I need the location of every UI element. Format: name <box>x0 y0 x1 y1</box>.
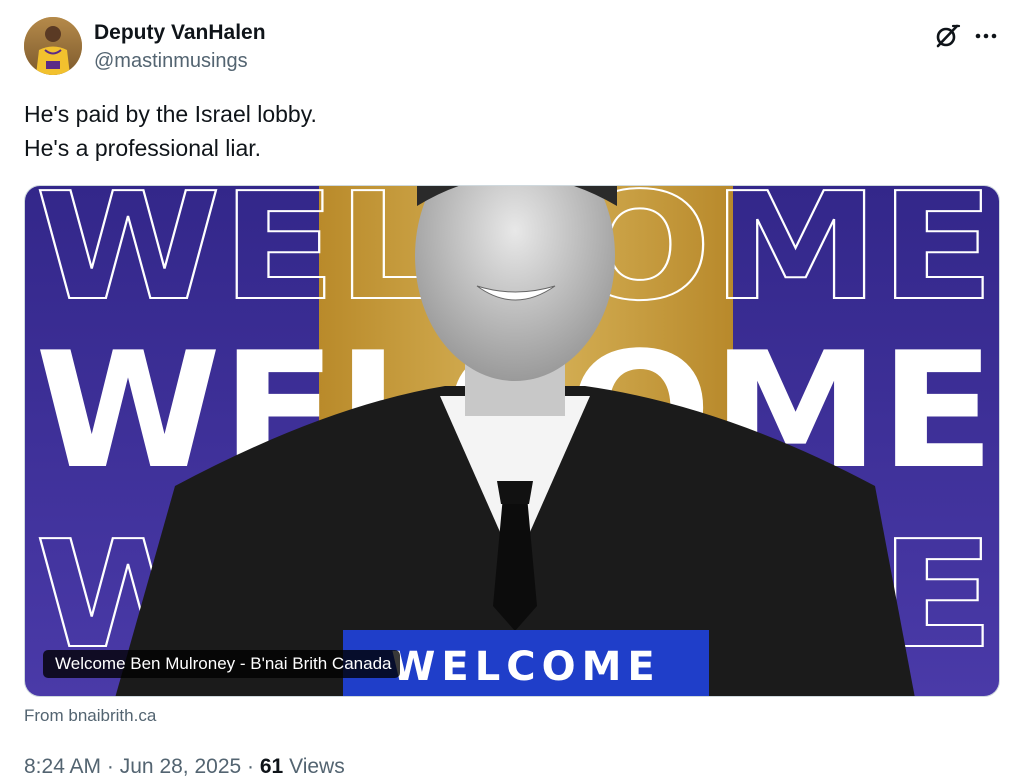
author-names: Deputy VanHalen @mastinmusings <box>94 19 266 75</box>
tweet-date[interactable]: Jun 28, 2025 <box>120 755 241 778</box>
card-source[interactable]: From bnaibrith.ca <box>24 704 156 728</box>
tweet-meta: 8:24 AM · Jun 28, 2025 · 61 Views <box>24 753 345 781</box>
tweet-line: He's a professional liar. <box>24 135 262 161</box>
tweet-header: Deputy VanHalen @mastinmusings <box>24 17 1000 77</box>
card-title[interactable]: Welcome Ben Mulroney - B'nai Brith Canad… <box>43 650 401 678</box>
views-count[interactable]: 61 <box>260 755 283 778</box>
views-label[interactable]: Views <box>289 755 345 778</box>
tweet-line: He's paid by the Israel lobby. <box>24 101 317 127</box>
grok-icon[interactable] <box>933 22 961 50</box>
user-handle[interactable]: @mastinmusings <box>94 47 266 75</box>
tweet-time[interactable]: 8:24 AM <box>24 755 101 778</box>
welcome-banner-text: WELCOME <box>391 644 660 690</box>
meta-separator: · <box>106 755 114 778</box>
card-image: WELCOME WELCOME WELCOME WELCOME <box>25 186 999 696</box>
display-name[interactable]: Deputy VanHalen <box>94 19 266 47</box>
more-horizontal-icon[interactable] <box>972 22 1000 50</box>
avatar[interactable] <box>24 17 82 75</box>
tweet-text: He's paid by the Israel lobby. He's a pr… <box>24 97 984 165</box>
link-preview-card[interactable]: WELCOME WELCOME WELCOME WELCOME Welcome … <box>24 185 1000 697</box>
meta-separator: · <box>247 755 255 778</box>
